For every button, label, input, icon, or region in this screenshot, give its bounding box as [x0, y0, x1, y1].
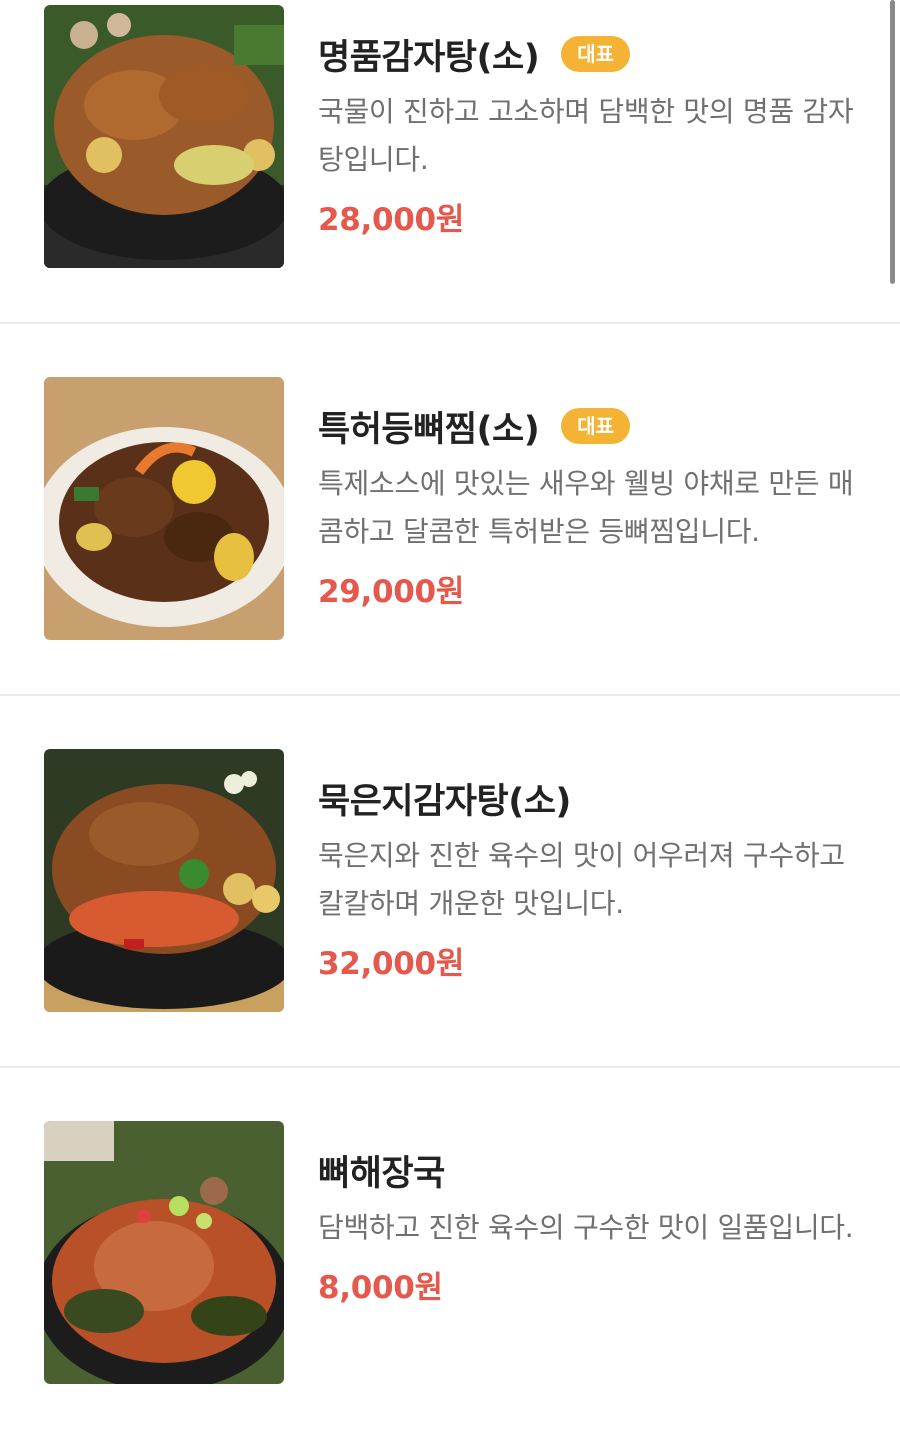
signature-badge: 대표 [561, 408, 631, 444]
menu-item-info: 특허등뼈찜(소) 대표 특제소스에 맛있는 새우와 웰빙 야채로 만든 매콤하고… [318, 402, 868, 611]
menu-item[interactable]: 묵은지감자탕(소) 묵은지와 진한 육수의 맛이 어우러져 구수하고 칼칼하며 … [0, 696, 900, 1068]
menu-item-info: 묵은지감자탕(소) 묵은지와 진한 육수의 맛이 어우러져 구수하고 칼칼하며 … [318, 774, 868, 983]
menu-item[interactable]: 뼈해장국 담백하고 진한 육수의 구수한 맛이 일품입니다. 8,000원 [0, 1068, 900, 1440]
menu-item-price: 8,000원 [318, 1270, 443, 1306]
menu-item-title-row: 특허등뼈찜(소) 대표 [318, 402, 868, 450]
menu-item-price: 28,000원 [318, 202, 465, 238]
scrollbar[interactable] [890, 0, 895, 284]
menu-item-photo [44, 1121, 284, 1384]
menu-item-name: 명품감자탕(소) [318, 37, 540, 78]
menu-item-info: 명품감자탕(소) 대표 국물이 진하고 고소하며 담백한 맛의 명품 감자탕입니… [318, 30, 868, 239]
menu-item-info: 뼈해장국 담백하고 진한 육수의 구수한 맛이 일품입니다. 8,000원 [318, 1146, 868, 1307]
menu-item-title-row: 묵은지감자탕(소) [318, 774, 868, 822]
menu-item-title-row: 뼈해장국 [318, 1146, 868, 1194]
menu-item-description: 국물이 진하고 고소하며 담백한 맛의 명품 감자탕입니다. [318, 95, 854, 176]
menu-item-description: 담백하고 진한 육수의 구수한 맛이 일품입니다. [318, 1211, 854, 1244]
menu-item[interactable]: 명품감자탕(소) 대표 국물이 진하고 고소하며 담백한 맛의 명품 감자탕입니… [0, 0, 900, 324]
menu-item-title-row: 명품감자탕(소) 대표 [318, 30, 868, 78]
menu-item-photo [44, 5, 284, 268]
menu-item-photo [44, 377, 284, 640]
menu-item-photo [44, 749, 284, 1012]
signature-badge: 대표 [561, 36, 631, 72]
menu-item-name: 뼈해장국 [318, 1153, 445, 1194]
menu-item-description: 묵은지와 진한 육수의 맛이 어우러져 구수하고 칼칼하며 개운한 맛입니다. [318, 839, 845, 920]
menu-item-price: 32,000원 [318, 946, 465, 982]
menu-item-name: 특허등뼈찜(소) [318, 409, 540, 450]
menu-item[interactable]: 특허등뼈찜(소) 대표 특제소스에 맛있는 새우와 웰빙 야채로 만든 매콤하고… [0, 324, 900, 696]
menu-item-name: 묵은지감자탕(소) [318, 781, 571, 822]
menu-item-description: 특제소스에 맛있는 새우와 웰빙 야채로 만든 매콤하고 달콤한 특허받은 등뼈… [318, 467, 854, 548]
menu-list: 명품감자탕(소) 대표 국물이 진하고 고소하며 담백한 맛의 명품 감자탕입니… [0, 0, 900, 1440]
menu-item-price: 29,000원 [318, 574, 465, 610]
